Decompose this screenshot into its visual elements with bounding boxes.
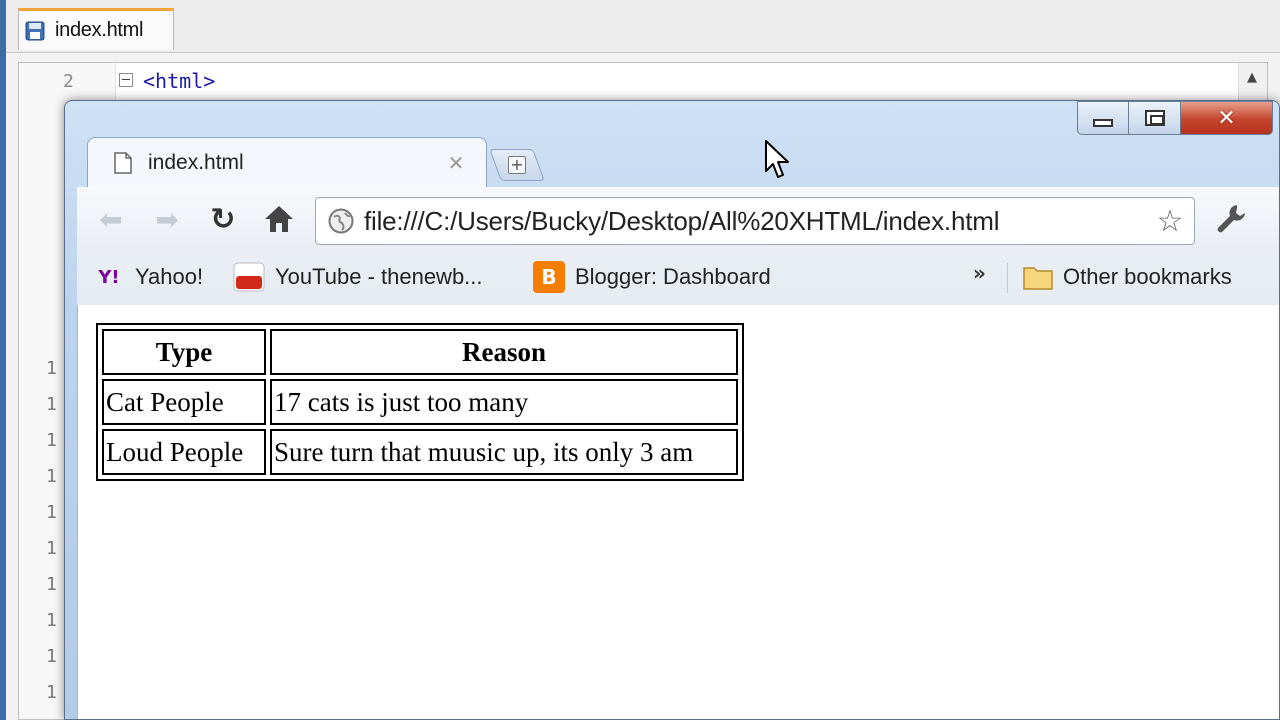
youtube-icon xyxy=(233,262,265,292)
bookmark-star-icon[interactable]: ☆ xyxy=(1154,204,1186,239)
globe-icon xyxy=(328,208,354,234)
window-controls: ✕ xyxy=(1077,101,1273,135)
blogger-icon: B xyxy=(533,261,565,293)
yahoo-icon: Y! xyxy=(98,266,120,288)
bookmark-label: YouTube - thenewb... xyxy=(275,264,483,289)
tab-title: index.html xyxy=(148,150,244,174)
scroll-up-arrow-icon[interactable]: ▲ xyxy=(1243,69,1261,87)
line-number: 1 xyxy=(46,646,57,667)
column-header: Type xyxy=(102,329,266,375)
table-cell: Cat People xyxy=(102,379,266,425)
bookmark-youtube[interactable]: YouTube - thenewb... xyxy=(233,261,483,293)
minimize-icon xyxy=(1093,119,1113,127)
floppy-disk-icon xyxy=(25,21,45,40)
bookmark-yahoo[interactable]: Y! Yahoo! xyxy=(93,261,203,293)
data-table: Type Reason Cat People 17 cats is just t… xyxy=(96,323,744,481)
bookmarks-bar: Y! Yahoo! YouTube - thenewb... B Blogger… xyxy=(77,251,1279,306)
address-bar[interactable]: file:///C:/Users/Bucky/Desktop/All%20XHT… xyxy=(315,197,1195,245)
line-number: 2 xyxy=(63,71,74,92)
browser-tab[interactable]: index.html ✕ xyxy=(87,137,487,187)
restore-icon xyxy=(1144,110,1165,126)
line-number: 1 xyxy=(46,538,57,559)
forward-arrow-icon[interactable]: ➡ xyxy=(149,201,185,237)
editor-tab-label: index.html xyxy=(55,19,144,41)
close-window-button[interactable]: ✕ xyxy=(1181,101,1273,135)
wrench-icon[interactable] xyxy=(1213,201,1249,237)
line-number: 1 xyxy=(46,574,57,595)
reload-icon[interactable]: ↻ xyxy=(205,201,241,237)
table-header-row: Type Reason xyxy=(102,329,738,375)
browser-window: ✕ index.html ✕ + ⬅ ➡ ↻ file:///C:/Users/… xyxy=(64,100,1280,720)
table-cell: Loud People xyxy=(102,429,266,475)
bookmark-label: Blogger: Dashboard xyxy=(575,264,771,289)
line-number: 1 xyxy=(46,610,57,631)
page-icon xyxy=(114,151,132,174)
plus-icon: + xyxy=(508,155,526,174)
table-cell: Sure turn that muusic up, its only 3 am xyxy=(270,429,738,475)
more-bookmarks-chevron-icon[interactable]: » xyxy=(973,261,986,285)
editor-tab-bar: index.html xyxy=(6,0,1280,53)
url-text: file:///C:/Users/Bucky/Desktop/All%20XHT… xyxy=(364,205,1000,236)
browser-toolbar: ⬅ ➡ ↻ file:///C:/Users/Bucky/Desktop/All… xyxy=(77,187,1279,251)
bookmark-label: Yahoo! xyxy=(135,264,204,289)
fold-collapse-icon[interactable] xyxy=(119,73,133,87)
new-tab-button[interactable]: + xyxy=(489,149,545,181)
maximize-button[interactable] xyxy=(1129,101,1181,135)
code-line: <html> xyxy=(143,69,216,93)
mouse-cursor-icon xyxy=(765,140,789,178)
bookmark-other-folder[interactable]: Other bookmarks xyxy=(1023,261,1232,293)
line-number: 1 xyxy=(46,394,57,415)
line-number: 1 xyxy=(46,682,57,703)
tab-close-icon[interactable]: ✕ xyxy=(446,151,466,175)
line-number: 1 xyxy=(46,358,57,379)
close-icon: ✕ xyxy=(1217,105,1236,131)
window-edge xyxy=(0,0,6,720)
table-cell: 17 cats is just too many xyxy=(270,379,738,425)
page-content: Type Reason Cat People 17 cats is just t… xyxy=(77,305,1279,719)
folder-icon xyxy=(1023,267,1053,290)
table-row: Cat People 17 cats is just too many xyxy=(102,379,738,425)
editor-file-tab[interactable]: index.html xyxy=(18,8,174,50)
bookmark-blogger[interactable]: B Blogger: Dashboard xyxy=(533,261,771,293)
line-number: 1 xyxy=(46,430,57,451)
back-arrow-icon[interactable]: ⬅ xyxy=(93,201,129,237)
line-number: 1 xyxy=(46,502,57,523)
home-icon[interactable] xyxy=(261,201,297,237)
minimize-button[interactable] xyxy=(1077,101,1129,135)
column-header: Reason xyxy=(270,329,738,375)
line-number: 1 xyxy=(46,466,57,487)
bookmark-label: Other bookmarks xyxy=(1063,264,1232,289)
divider xyxy=(1007,263,1008,293)
table-row: Loud People Sure turn that muusic up, it… xyxy=(102,429,738,475)
